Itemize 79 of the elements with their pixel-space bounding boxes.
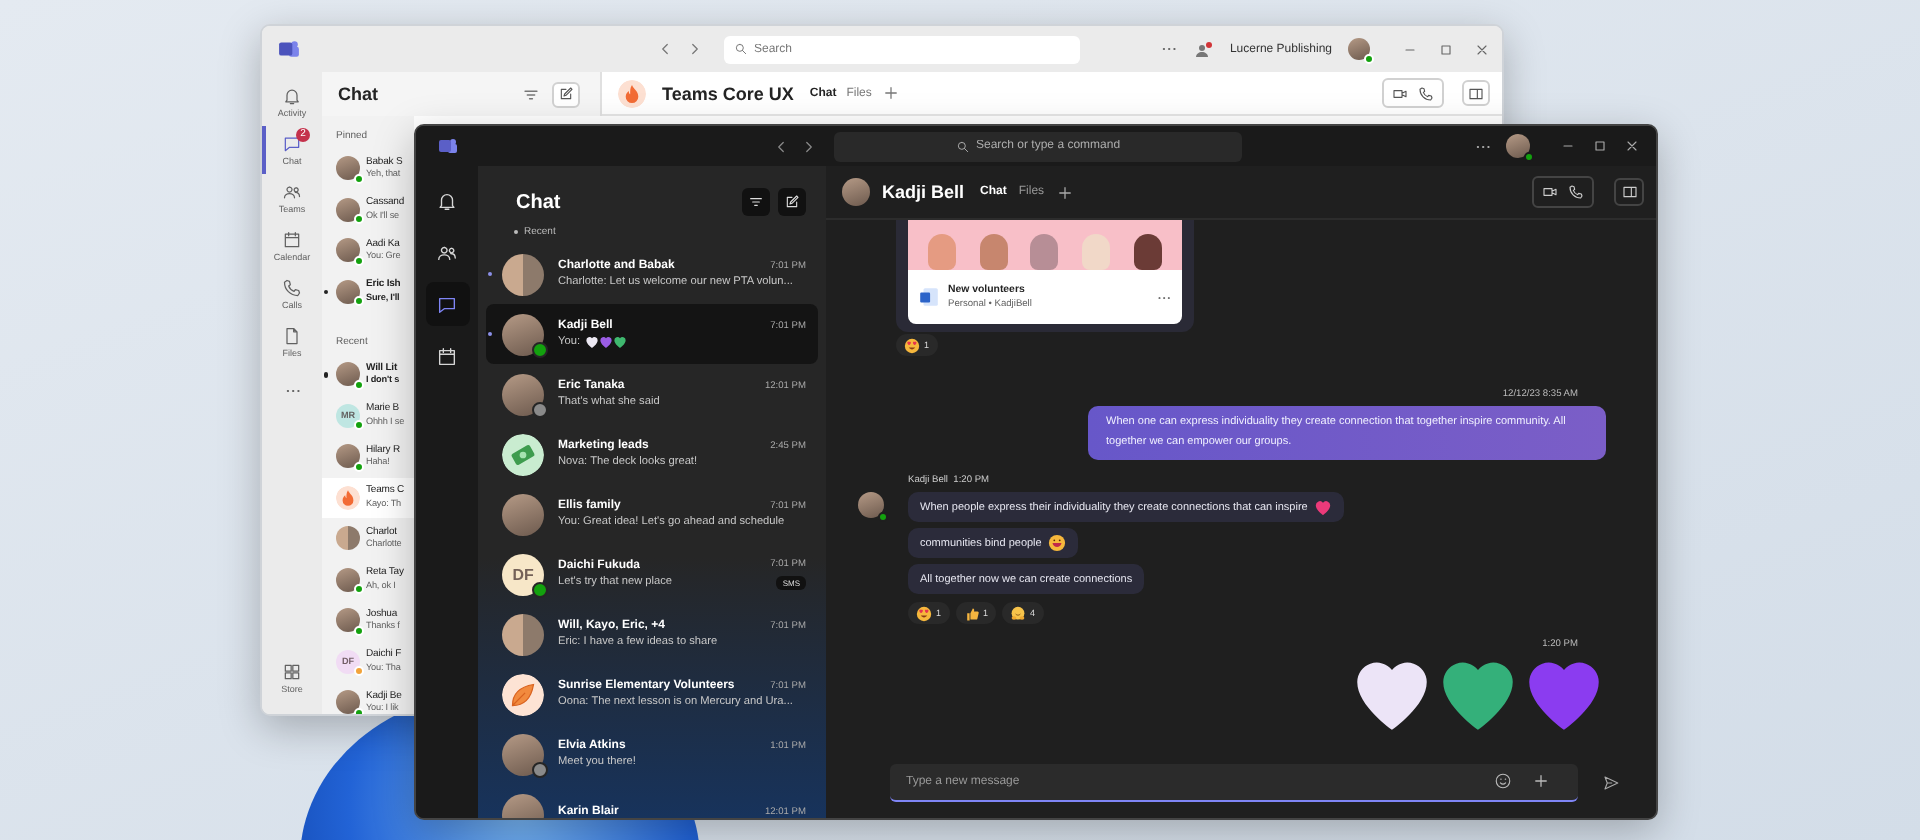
compose-icon [558, 86, 574, 102]
list-title: Chat [338, 84, 378, 104]
app-logo-icon [278, 38, 300, 60]
search-icon [956, 139, 970, 153]
heart-eyes-face-icon [916, 605, 932, 621]
avatar-photo-placeholder [336, 156, 360, 181]
new-chat-button[interactable] [552, 81, 580, 107]
avatar-photo-placeholder [336, 567, 360, 592]
avatar-photo-placeholder [336, 608, 360, 633]
back-button[interactable] [772, 137, 790, 155]
avatar-photo-placeholder [1348, 38, 1370, 60]
avatar-photo-placeholder [502, 733, 544, 775]
app-logo-icon [437, 136, 457, 156]
video-icon [1392, 85, 1408, 101]
filter-icon [748, 194, 764, 210]
compose-icon [784, 194, 800, 210]
call-button-group[interactable] [1532, 176, 1594, 208]
back-button[interactable] [656, 40, 674, 58]
flame-avatar-icon [618, 79, 646, 107]
grinning-face-icon [1047, 534, 1066, 552]
document-icon [918, 286, 940, 308]
avatar-photo-placeholder [336, 444, 360, 469]
side-panel-button[interactable] [1614, 178, 1644, 206]
chat-icon [282, 134, 302, 154]
avatar-photo-placeholder [336, 362, 360, 387]
thumbs-up-icon [963, 605, 980, 621]
people-icon [436, 241, 458, 263]
people-alert-icon [1193, 39, 1214, 59]
video-icon [1542, 184, 1558, 200]
phone-icon [1418, 85, 1434, 101]
money-avatar-icon [502, 433, 544, 475]
phone-icon [1568, 184, 1584, 200]
file-icon [282, 326, 302, 346]
calendar-icon [282, 230, 302, 250]
new-chat-button[interactable] [778, 188, 806, 216]
forward-button[interactable] [800, 137, 818, 155]
avatar-photo-placeholder [842, 178, 870, 206]
panel-icon [1468, 85, 1484, 101]
maximize-button[interactable] [1592, 138, 1608, 154]
avatar-photo-placeholder [336, 279, 360, 304]
heart-icon [1313, 498, 1332, 516]
chat-title: Kadji Bell [882, 182, 965, 202]
heart-eyes-face-icon [904, 337, 920, 353]
group-avatar-placeholder [502, 613, 544, 655]
search-icon [734, 42, 748, 56]
avatar-photo-placeholder [502, 313, 544, 355]
avatar-photo-placeholder [858, 492, 884, 518]
list-title: Chat [516, 191, 561, 213]
chat-title: Teams Core UX [662, 83, 794, 103]
close-button[interactable] [1474, 41, 1490, 57]
panel-icon [1621, 184, 1637, 200]
send-button[interactable] [1602, 773, 1620, 791]
bell-icon [282, 86, 302, 106]
phone-icon [282, 278, 302, 298]
flame-avatar-icon [336, 485, 360, 510]
nav-button[interactable] [425, 282, 469, 326]
leaf-avatar-icon [502, 673, 544, 715]
avatar-photo-placeholder [502, 493, 544, 535]
store-icon [282, 662, 302, 682]
hugging-face-icon [1010, 605, 1027, 621]
emoji-button[interactable] [1494, 772, 1512, 790]
chat-icon [436, 293, 458, 315]
avatar-photo-placeholder [336, 690, 360, 714]
calendar-icon [436, 345, 458, 367]
avatar-photo-placeholder [502, 373, 544, 415]
avatar-photo-placeholder [336, 238, 360, 263]
filter-button[interactable] [522, 85, 540, 103]
group-avatar-placeholder [502, 253, 544, 295]
attach-button[interactable] [1532, 772, 1550, 790]
filter-button[interactable] [742, 188, 770, 216]
add-tab-button[interactable] [881, 84, 900, 102]
forward-button[interactable] [686, 40, 704, 58]
add-tab-button[interactable] [1056, 183, 1075, 201]
people-icon [282, 182, 302, 202]
bell-icon [436, 189, 458, 211]
close-button[interactable] [1624, 138, 1640, 154]
group-avatar-placeholder [336, 526, 360, 551]
avatar-photo-placeholder [336, 197, 360, 222]
avatar-photo-placeholder [1506, 134, 1530, 158]
